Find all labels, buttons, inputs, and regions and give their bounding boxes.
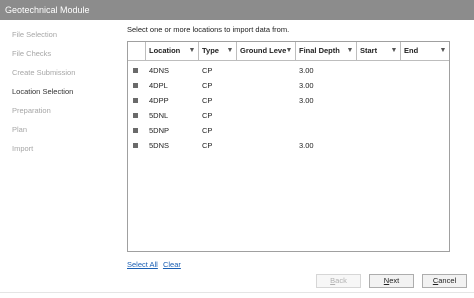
selection-links: Select All Clear (127, 260, 184, 269)
row-checkbox[interactable] (133, 83, 138, 88)
filter-icon[interactable]: ▼ (439, 42, 447, 60)
cell-end (401, 78, 449, 93)
row-checkbox[interactable] (133, 143, 138, 148)
cell-location: 5DNS (149, 141, 170, 150)
cell-ground-level (237, 138, 296, 153)
cell-type: CP (202, 126, 213, 135)
cell-start (357, 78, 401, 93)
footer-divider (0, 292, 474, 293)
cell-location: 4DPL (149, 81, 168, 90)
cell-end (401, 93, 449, 108)
cancel-button[interactable]: Cancel (422, 274, 467, 288)
instruction-text: Select one or more locations to import d… (127, 25, 290, 34)
filter-icon[interactable]: ▼ (390, 42, 398, 60)
column-header-label: End (404, 46, 419, 55)
cell-type: CP (202, 141, 213, 150)
cell-ground-level (237, 93, 296, 108)
step-preparation[interactable]: Preparation (12, 105, 51, 117)
column-header-location[interactable]: Location ▼ (146, 42, 199, 61)
filter-icon[interactable]: ▼ (346, 42, 354, 60)
table-row[interactable]: 5DNL CP (128, 108, 449, 123)
cell-final-depth (296, 108, 357, 123)
cell-start (357, 63, 401, 78)
table-row[interactable]: 4DPL CP 3.00 (128, 78, 449, 93)
back-label: ack (335, 276, 347, 285)
cell-final-depth: 3.00 (299, 66, 314, 75)
column-header-label: Type (202, 46, 219, 55)
cell-start (357, 138, 401, 153)
wizard-steps: File Selection File Checks Create Submis… (0, 20, 118, 298)
cell-ground-level (237, 63, 296, 78)
cell-final-depth: 3.00 (299, 141, 314, 150)
window-title: Geotechnical Module (0, 0, 474, 20)
table-row[interactable]: 5DNP CP (128, 123, 449, 138)
step-create-submission[interactable]: Create Submission (12, 67, 75, 79)
cell-location: 5DNP (149, 126, 170, 135)
back-button[interactable]: Back (316, 274, 361, 288)
column-header-type[interactable]: Type ▼ (199, 42, 237, 61)
cell-final-depth: 3.00 (299, 81, 314, 90)
step-plan[interactable]: Plan (12, 124, 27, 136)
cell-type: CP (202, 96, 213, 105)
cell-ground-level (237, 78, 296, 93)
cell-location: 5DNL (149, 111, 169, 120)
row-checkbox[interactable] (133, 128, 138, 133)
column-header-label: Final Depth (299, 46, 340, 55)
filter-icon[interactable]: ▼ (285, 42, 293, 60)
cell-final-depth: 3.00 (299, 96, 314, 105)
locations-grid[interactable]: Location ▼ Type ▼ Ground Leve ▼ Final De… (127, 41, 450, 252)
cell-type: CP (202, 111, 213, 120)
column-header-start[interactable]: Start ▼ (357, 42, 401, 61)
step-location-selection[interactable]: Location Selection (12, 86, 73, 98)
cancel-label: ancel (438, 276, 457, 285)
cell-final-depth (296, 123, 357, 138)
cell-start (357, 123, 401, 138)
column-header-label: Ground Leve (240, 46, 287, 55)
table-row[interactable]: 4DPP CP 3.00 (128, 93, 449, 108)
row-checkbox[interactable] (133, 98, 138, 103)
cell-end (401, 123, 449, 138)
row-checkbox[interactable] (133, 113, 138, 118)
column-header-final-depth[interactable]: Final Depth ▼ (296, 42, 357, 61)
cell-type: CP (202, 81, 213, 90)
clear-link[interactable]: Clear (163, 260, 181, 269)
cell-location: 4DPP (149, 96, 169, 105)
column-header-ground-level[interactable]: Ground Leve ▼ (237, 42, 296, 61)
cell-end (401, 108, 449, 123)
next-label: ext (389, 276, 400, 285)
step-file-selection[interactable]: File Selection (12, 29, 57, 41)
column-header-end[interactable]: End ▼ (401, 42, 449, 61)
column-header-label: Start (360, 46, 378, 55)
select-column-header[interactable] (128, 42, 146, 61)
cell-ground-level (237, 108, 296, 123)
cell-location: 4DNS (149, 66, 170, 75)
step-import[interactable]: Import (12, 143, 33, 155)
column-header-label: Location (149, 46, 181, 55)
row-checkbox[interactable] (133, 68, 138, 73)
next-button[interactable]: Next (369, 274, 414, 288)
table-row[interactable]: 4DNS CP 3.00 (128, 63, 449, 78)
cell-ground-level (237, 123, 296, 138)
cell-end (401, 138, 449, 153)
cell-start (357, 93, 401, 108)
select-all-link[interactable]: Select All (127, 260, 158, 269)
cell-end (401, 63, 449, 78)
cell-type: CP (202, 66, 213, 75)
table-row[interactable]: 5DNS CP 3.00 (128, 138, 449, 153)
filter-icon[interactable]: ▼ (188, 42, 196, 60)
step-file-checks[interactable]: File Checks (12, 48, 51, 60)
filter-icon[interactable]: ▼ (226, 42, 234, 60)
cell-start (357, 108, 401, 123)
